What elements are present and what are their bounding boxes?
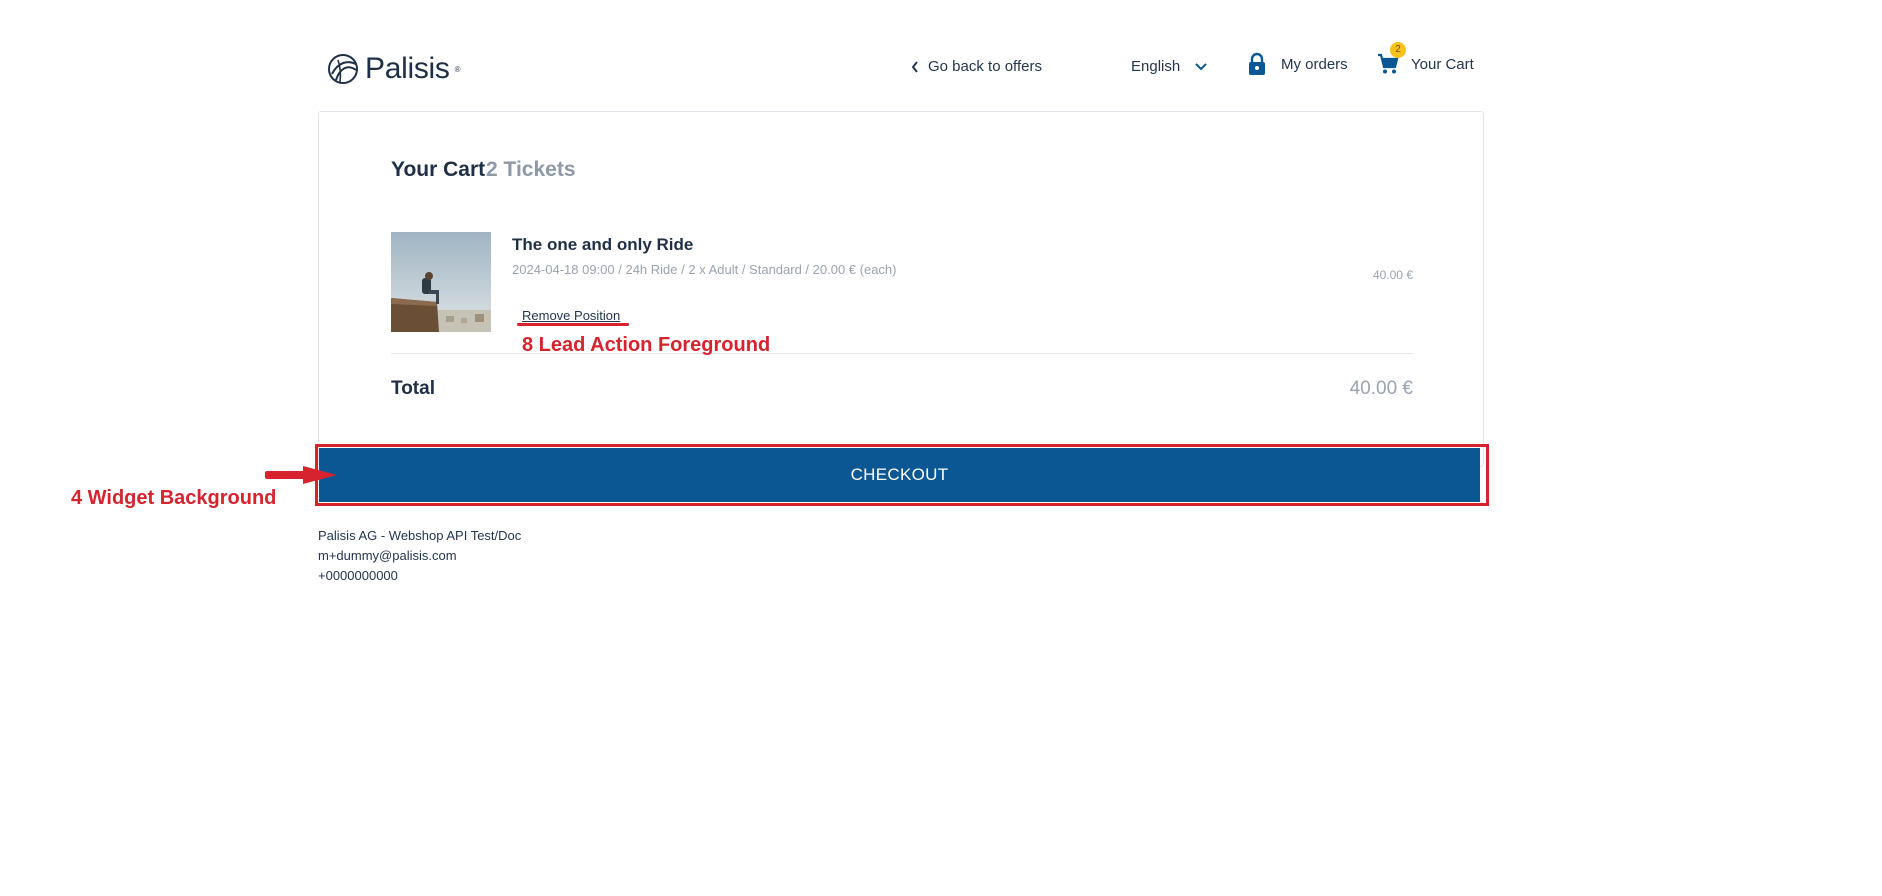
- cart-ticket-count: 2 Tickets: [486, 158, 576, 181]
- footer-email: m+dummy@palisis.com: [318, 548, 457, 563]
- checkout-button[interactable]: CHECKOUT: [319, 448, 1480, 502]
- total-label: Total: [391, 378, 435, 399]
- ride-thumbnail: [391, 232, 491, 332]
- cart-icon-wrap: 2: [1376, 42, 1406, 76]
- cart-count-badge: 2: [1390, 42, 1406, 58]
- palisis-logo[interactable]: Palisis ®: [326, 52, 461, 86]
- cart-title: Your Cart: [391, 158, 486, 181]
- annotation-widget-background: 4 Widget Background: [71, 487, 277, 509]
- item-details: 2024-04-18 09:00 / 24h Ride / 2 x Adult …: [512, 262, 897, 277]
- remove-position-link[interactable]: Remove Position: [522, 308, 620, 323]
- palisis-logo-icon: [328, 54, 358, 84]
- cart-card: Your Cart 2 Tickets The one and only Rid…: [318, 111, 1484, 467]
- header: Palisis ® Go back to offers English My o…: [318, 42, 1476, 94]
- language-select[interactable]: English: [1131, 58, 1208, 75]
- language-label: English: [1131, 58, 1181, 75]
- annotation-underline: [517, 323, 629, 326]
- your-cart-link[interactable]: 2 Your Cart: [1376, 42, 1474, 76]
- chevron-left-icon: [911, 60, 918, 73]
- my-orders-link[interactable]: My orders: [1247, 52, 1348, 76]
- item-price: 40.00 €: [1372, 268, 1413, 282]
- annotation-lead-action: 8 Lead Action Foreground: [522, 334, 771, 356]
- chevron-down-icon: [1195, 62, 1207, 70]
- footer-company: Palisis AG - Webshop API Test/Doc: [318, 528, 522, 543]
- footer-phone: +0000000000: [318, 568, 398, 583]
- annotation-arrow-icon: [265, 466, 337, 484]
- total-value: 40.00 €: [1349, 378, 1413, 399]
- webshop-page: Palisis ® Go back to offers English My o…: [0, 0, 1882, 896]
- go-back-link[interactable]: Go back to offers: [910, 58, 1042, 75]
- person-on-cliff-image: [391, 232, 491, 332]
- footer: Palisis AG - Webshop API Test/Doc m+dumm…: [318, 526, 521, 586]
- lock-icon: [1249, 52, 1265, 75]
- your-cart-label: Your Cart: [1411, 55, 1474, 73]
- go-back-label: Go back to offers: [928, 58, 1042, 75]
- logo-registered-mark: ®: [454, 64, 461, 74]
- logo-text: Palisis: [365, 52, 450, 85]
- my-orders-label: My orders: [1281, 55, 1348, 73]
- item-name: The one and only Ride: [512, 235, 694, 254]
